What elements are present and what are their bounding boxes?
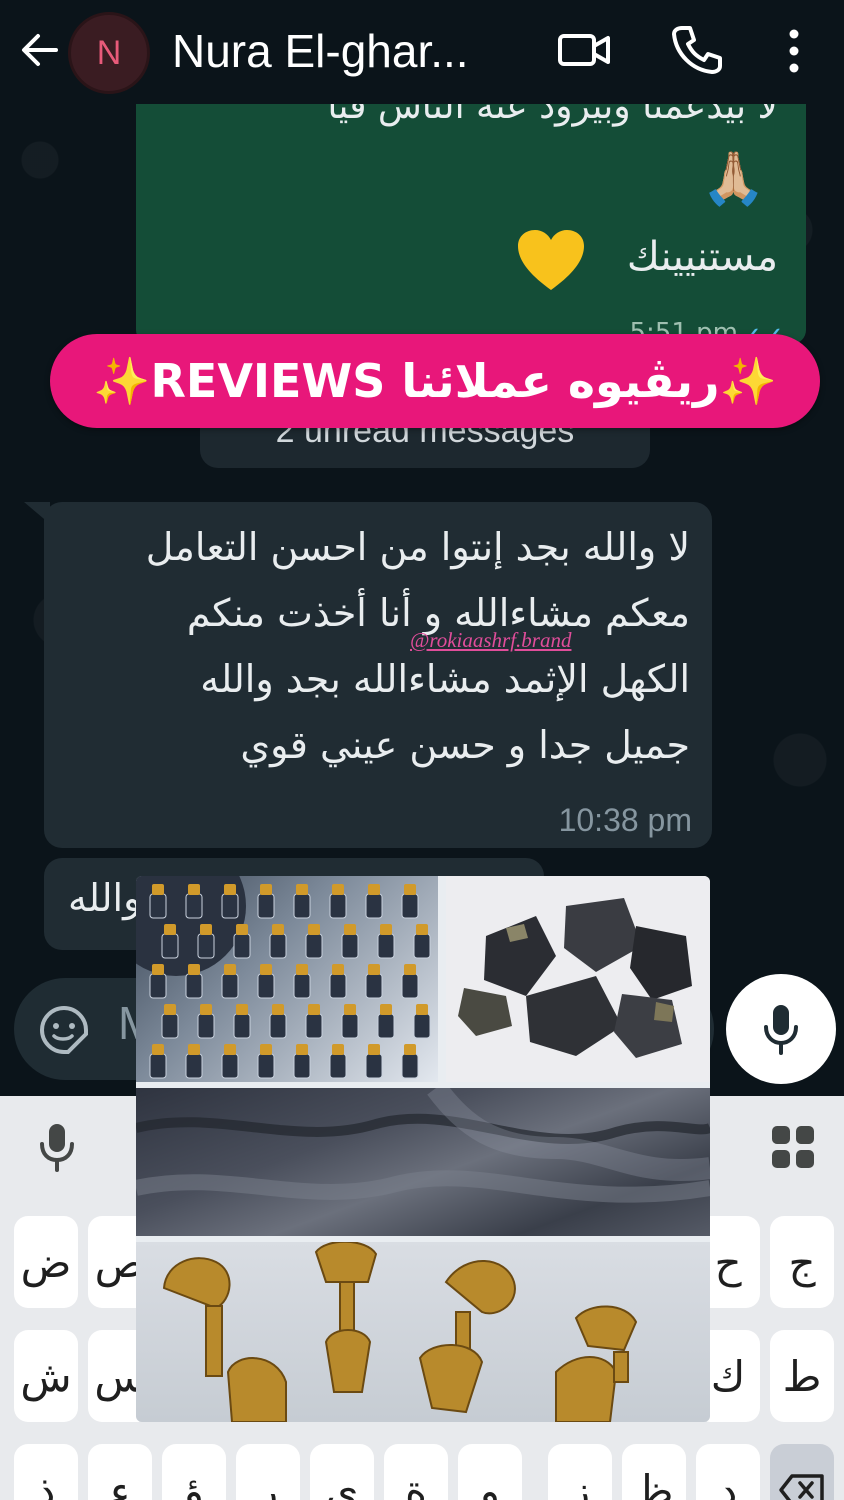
microphone-icon: [764, 1005, 798, 1055]
key[interactable]: ذ: [14, 1444, 78, 1500]
key[interactable]: ط: [770, 1330, 834, 1422]
kohl-bottles-photo: [136, 876, 438, 1082]
incoming-message-bubble[interactable]: لا والله بجد إنتوا من احسن التعامل معكم …: [44, 502, 712, 848]
outgoing-message-text: مستنيينك: [626, 234, 778, 280]
voice-record-button[interactable]: [726, 974, 836, 1084]
key[interactable]: ى: [310, 1444, 374, 1500]
incoming-message-text: والله: [68, 876, 142, 920]
antimony-stones-photo: [446, 876, 710, 1082]
phone-icon[interactable]: [668, 22, 724, 78]
key[interactable]: ر: [236, 1444, 300, 1500]
keyboard-voice-icon[interactable]: [36, 1120, 78, 1174]
key[interactable]: ؤ: [162, 1444, 226, 1500]
incoming-message-text: لا والله بجد إنتوا من احسن التعامل معكم …: [50, 514, 690, 778]
key[interactable]: ة: [384, 1444, 448, 1500]
key[interactable]: ظ: [622, 1444, 686, 1500]
message-line: الكهل الإثمد مشاءالله بجد والله: [200, 657, 690, 701]
message-line: جميل جدا و حسن عيني قوي: [240, 723, 690, 767]
keyboard-apps-grid-icon[interactable]: [770, 1124, 816, 1170]
backspace-icon: [779, 1474, 824, 1500]
product-photo-collage: [136, 876, 710, 1422]
key[interactable]: ز: [548, 1444, 612, 1500]
message-timestamp: 10:38 pm: [558, 802, 692, 838]
brand-watermark: @rokiaashrf.brand: [410, 628, 572, 652]
more-vert-icon[interactable]: [778, 24, 810, 78]
message-line: معكم مشاءالله و أنا أخذت منكم: [186, 591, 690, 635]
backspace-key[interactable]: [770, 1444, 834, 1500]
avatar[interactable]: N: [68, 12, 150, 94]
back-arrow-icon[interactable]: [16, 26, 64, 74]
key[interactable]: ج: [770, 1216, 834, 1308]
banner-text: ✨ريڤيوه عملائنا REVIEWS✨: [93, 353, 777, 408]
chat-header: N Nura El-ghar...: [0, 0, 844, 104]
outgoing-message-line: لا بيدعمنا وبيرود عنه الناس قيا: [327, 104, 778, 127]
outgoing-message-bubble[interactable]: لا بيدعمنا وبيرود عنه الناس قيا 🙏🏼 مستني…: [136, 104, 806, 344]
sticker-emoji-icon[interactable]: [38, 1004, 90, 1056]
yellow-heart-icon: [518, 230, 584, 290]
avatar-initial: N: [96, 33, 122, 72]
key[interactable]: و: [458, 1444, 522, 1500]
key[interactable]: د: [696, 1444, 760, 1500]
unread-messages-label: 2 unread messages: [275, 428, 575, 450]
key[interactable]: ش: [14, 1330, 78, 1422]
message-line: لا والله بجد إنتوا من احسن التعامل: [145, 525, 690, 569]
key[interactable]: ء: [88, 1444, 152, 1500]
key[interactable]: ض: [14, 1216, 78, 1308]
unread-messages-divider: 2 unread messages: [200, 428, 650, 468]
video-call-icon[interactable]: [556, 24, 612, 76]
contact-name[interactable]: Nura El-ghar...: [172, 22, 532, 82]
brass-mukhula-photo: [136, 1242, 710, 1422]
kohl-powder-photo: [136, 1088, 710, 1236]
praying-hands-emoji: 🙏🏼: [701, 149, 766, 209]
reviews-banner: ✨ريڤيوه عملائنا REVIEWS✨: [50, 334, 820, 428]
